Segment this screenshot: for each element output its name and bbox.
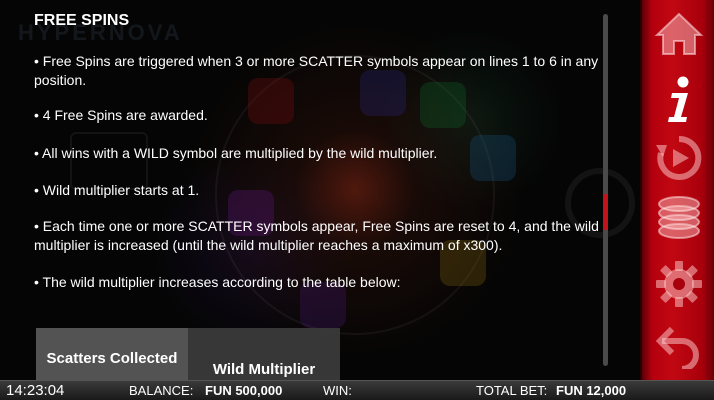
info-paragraph: • All wins with a WILD symbol are multip… — [34, 145, 438, 161]
back-icon — [656, 326, 699, 369]
win-label: WIN: — [323, 383, 352, 398]
info-paragraph: • The wild multiplier increases accordin… — [34, 274, 401, 290]
info-button[interactable] — [651, 72, 707, 128]
multiplier-table: Scatters Collected Wild Multiplier — [36, 328, 340, 380]
replay-icon — [656, 135, 702, 180]
back-button[interactable] — [651, 318, 707, 374]
settings-button[interactable] — [651, 256, 707, 312]
clock: 14:23:04 — [6, 382, 65, 399]
gear-icon — [656, 261, 702, 307]
info-content: FREE SPINS • Free Spins are triggered wh… — [34, 10, 600, 380]
scrollbar[interactable] — [603, 14, 608, 366]
sidebar-menu — [640, 0, 714, 380]
coins-button[interactable] — [651, 190, 707, 246]
balance-value: FUN 500,000 — [205, 383, 283, 398]
balance-label: BALANCE: — [129, 383, 194, 398]
info-paragraph: • Wild multiplier starts at 1. — [34, 182, 200, 198]
home-icon — [654, 12, 704, 55]
table-header-scatters: Scatters Collected — [36, 328, 188, 380]
scrollbar-thumb[interactable] — [603, 194, 608, 230]
total-bet-value: FUN 12,000 — [556, 383, 627, 398]
info-paragraph: • Free Spins are triggered when 3 or mor… — [34, 53, 599, 88]
status-bar: 14:23:04 BALANCE: FUN 500,000 WIN: TOTAL… — [0, 380, 714, 400]
home-button[interactable] — [651, 6, 707, 62]
total-bet-label: TOTAL BET: — [476, 383, 548, 398]
info-icon — [668, 76, 689, 122]
coins-icon — [658, 196, 700, 239]
section-title: FREE SPINS — [34, 12, 130, 29]
table-header-wild-multiplier: Wild Multiplier — [188, 328, 340, 380]
info-paragraph: • 4 Free Spins are awarded. — [34, 107, 208, 123]
replay-button[interactable] — [651, 130, 707, 186]
info-paragraph: • Each time one or more SCATTER symbols … — [34, 218, 599, 253]
